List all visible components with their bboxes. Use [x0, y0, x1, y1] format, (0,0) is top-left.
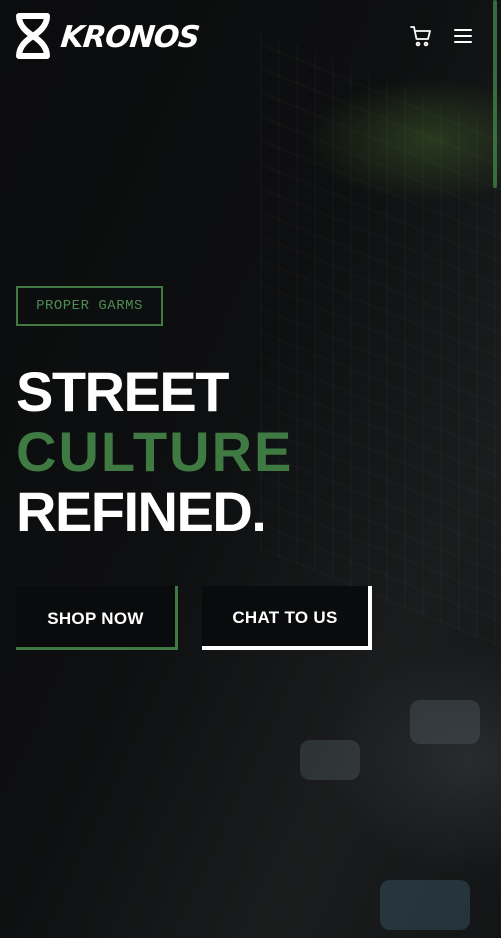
cart-button[interactable] [409, 24, 433, 48]
menu-button[interactable] [451, 24, 475, 48]
header-actions [409, 24, 475, 48]
hero-headline: STREET CULTURE REFINED. [16, 362, 293, 542]
brand-logo[interactable]: KRONOS [15, 12, 201, 60]
background-car [300, 740, 360, 780]
tagline-badge: PROPER GARMS [16, 286, 163, 326]
headline-line-culture: CULTURE [16, 420, 294, 483]
background-car [380, 880, 470, 930]
background-building-image [260, 29, 501, 671]
brand-wordmark: KRONOS [59, 20, 201, 55]
site-header: KRONOS [0, 0, 501, 76]
background-car [410, 700, 480, 744]
chat-to-us-button[interactable]: CHAT TO US [202, 586, 372, 650]
hourglass-logo-icon [16, 13, 50, 59]
headline-line-street: STREET [16, 360, 229, 423]
headline-line-refined: REFINED. [16, 480, 267, 543]
cta-buttons: SHOP NOW CHAT TO US [16, 586, 372, 650]
menu-icon [454, 29, 472, 43]
shop-now-button[interactable]: SHOP NOW [16, 586, 178, 650]
cart-icon [410, 26, 431, 47]
